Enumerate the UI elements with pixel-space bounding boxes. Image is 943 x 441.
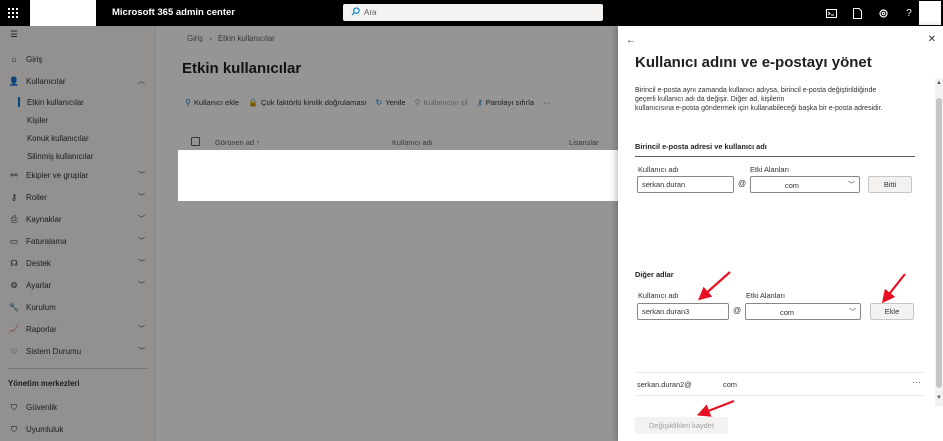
- modal-overlay[interactable]: [0, 26, 618, 441]
- done-button[interactable]: Bitti: [868, 176, 912, 193]
- search-icon: [351, 7, 360, 18]
- gear-icon[interactable]: [877, 7, 889, 19]
- scroll-down-icon[interactable]: ▼: [936, 395, 942, 401]
- primary-domain-select[interactable]: com ﹀: [750, 176, 860, 193]
- more-icon[interactable]: ···: [912, 377, 921, 387]
- save-changes-button[interactable]: Değişiklikleri kaydet: [635, 417, 728, 434]
- app-launcher-icon[interactable]: [0, 0, 26, 26]
- alias-address: serkan.duran2@: [637, 380, 692, 389]
- alias-domain: com: [723, 380, 737, 389]
- username-label: Kullanıcı adı: [638, 165, 679, 174]
- description-line: kullanıcısına e-posta göndermek için kul…: [635, 105, 883, 113]
- top-bar: Microsoft 365 admin center Ara ?: [0, 0, 943, 26]
- domains-label: Etki Alanları: [750, 165, 790, 174]
- select-value: com: [785, 181, 799, 190]
- add-alias-button[interactable]: Ekle: [870, 303, 914, 320]
- chevron-down-icon: ﹀: [848, 182, 855, 189]
- at-sign: @: [738, 179, 747, 188]
- document-icon[interactable]: [851, 7, 863, 19]
- panel-title: Kullanıcı adını ve e-postayı yönet: [635, 54, 872, 71]
- alias-username-input[interactable]: serkan.duran3: [637, 303, 729, 320]
- scroll-up-icon[interactable]: ▲: [936, 80, 942, 86]
- at-sign: @: [733, 306, 742, 315]
- alias-username-label: Kullanıcı adı: [638, 291, 679, 300]
- alias-list-item: serkan.duran2@ com ···: [635, 372, 925, 396]
- close-icon[interactable]: ✕: [928, 34, 936, 45]
- manage-username-panel: ← ✕ Kullanıcı adını ve e-postayı yönet B…: [618, 26, 943, 441]
- scrollbar-thumb[interactable]: [936, 98, 942, 388]
- back-arrow-icon[interactable]: ←: [626, 35, 636, 46]
- chevron-down-icon: ﹀: [849, 309, 856, 316]
- search-placeholder: Ara: [364, 8, 377, 17]
- help-icon[interactable]: ?: [903, 7, 915, 19]
- avatar[interactable]: [919, 1, 941, 25]
- primary-username-input[interactable]: serkan.duran: [637, 176, 734, 193]
- app-title: Microsoft 365 admin center: [112, 7, 236, 18]
- search-box[interactable]: Ara: [343, 4, 603, 21]
- primary-section-title: Birincil e-posta adresi ve kullanıcı adı: [635, 142, 767, 151]
- terminal-icon[interactable]: [825, 7, 837, 19]
- aliases-section-title: Diğer adlar: [635, 270, 674, 279]
- panel-description: Birincil e-posta aynı zamanda kullanıcı …: [635, 86, 925, 114]
- description-line: geçerli kullanıcı adı da değişir. Diğer …: [635, 96, 785, 104]
- org-logo: [30, 0, 96, 26]
- description-line: Birincil e-posta aynı zamanda kullanıcı …: [635, 87, 877, 94]
- select-value: com: [780, 308, 794, 317]
- grid-rows-area: [178, 150, 618, 201]
- section-divider: [635, 156, 915, 157]
- alias-domain-select[interactable]: com ﹀: [745, 303, 861, 320]
- alias-domains-label: Etki Alanları: [746, 291, 786, 300]
